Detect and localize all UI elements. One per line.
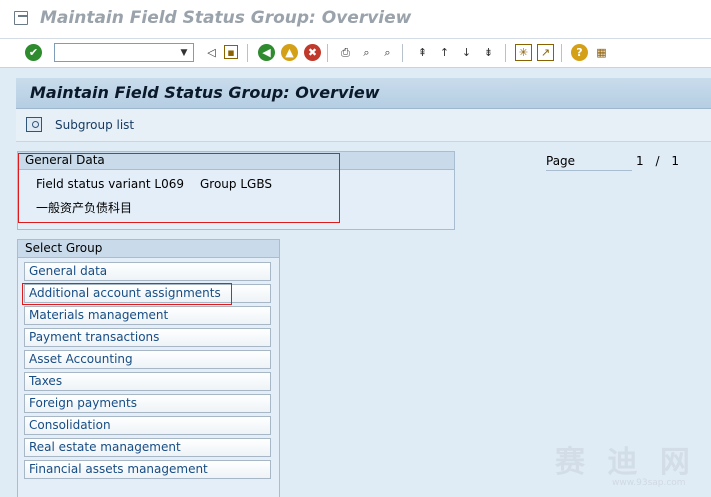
page-total: 1 bbox=[671, 154, 679, 168]
first-page-icon[interactable]: ⇞ bbox=[414, 44, 431, 61]
group-button-consolidation[interactable]: Consolidation bbox=[24, 416, 271, 435]
page-number: 1 / 1 bbox=[636, 154, 679, 168]
layout-menu-icon[interactable]: ▦ bbox=[593, 44, 610, 61]
highlight-additional-account-assignments bbox=[22, 283, 232, 305]
system-menu-icon[interactable] bbox=[14, 11, 28, 25]
previous-page-icon[interactable]: ↑ bbox=[436, 44, 453, 61]
application-toolbar: Subgroup list bbox=[16, 109, 711, 142]
cancel-icon[interactable]: ✖ bbox=[304, 44, 321, 61]
find-icon[interactable]: ⌕ bbox=[358, 44, 375, 61]
screen-header: Maintain Field Status Group: Overview bbox=[16, 78, 711, 109]
toolbar-separator bbox=[402, 44, 403, 62]
back-icon[interactable]: ◀ bbox=[258, 44, 275, 61]
group-button-general-data[interactable]: General data bbox=[24, 262, 271, 281]
find-next-icon[interactable]: ⌕ bbox=[379, 44, 396, 61]
watermark-logo: 赛 迪 网 bbox=[555, 445, 696, 480]
chevron-down-icon[interactable]: ▼ bbox=[177, 46, 191, 59]
group-button-foreign-payments[interactable]: Foreign payments bbox=[24, 394, 271, 413]
shortcut-icon[interactable]: ↗ bbox=[537, 44, 554, 61]
page-label: Page bbox=[546, 154, 632, 171]
group-button-asset-accounting[interactable]: Asset Accounting bbox=[24, 350, 271, 369]
command-input[interactable] bbox=[55, 44, 179, 61]
back-arrow-icon[interactable]: ◁ bbox=[203, 44, 220, 61]
group-button-financial-assets-management[interactable]: Financial assets management bbox=[24, 460, 271, 479]
next-page-icon[interactable]: ↓ bbox=[458, 44, 475, 61]
help-icon[interactable]: ? bbox=[571, 44, 588, 61]
enter-icon[interactable]: ✔ bbox=[25, 44, 42, 61]
page-title: Maintain Field Status Group: Overview bbox=[30, 83, 380, 102]
toolbar-separator bbox=[561, 44, 562, 62]
group-button-taxes[interactable]: Taxes bbox=[24, 372, 271, 391]
create-session-icon[interactable]: ✳ bbox=[515, 44, 532, 61]
group-button-payment-transactions[interactable]: Payment transactions bbox=[24, 328, 271, 347]
command-field[interactable]: ▼ bbox=[54, 43, 194, 62]
toolbar-separator bbox=[247, 44, 248, 62]
save-icon[interactable]: ▪ bbox=[224, 45, 238, 59]
select-group-title: Select Group bbox=[18, 240, 279, 258]
toolbar-separator bbox=[505, 44, 506, 62]
group-button-real-estate-management[interactable]: Real estate management bbox=[24, 438, 271, 457]
window-title: Maintain Field Status Group: Overview bbox=[40, 8, 412, 28]
title-bar: Maintain Field Status Group: Overview bbox=[0, 0, 711, 39]
page-current: 1 bbox=[636, 154, 644, 168]
standard-toolbar: ✔ ▼ ◁ ▪ ◀ ▲ ✖ ⎙ ⌕ ⌕ ⇞ ↑ ↓ ⇟ ✳ ↗ ? ▦ bbox=[0, 39, 711, 68]
highlight-general-data bbox=[18, 153, 340, 223]
watermark-url: www.93sap.com bbox=[612, 478, 686, 488]
print-icon[interactable]: ⎙ bbox=[337, 44, 354, 61]
page-separator: / bbox=[655, 154, 660, 168]
last-page-icon[interactable]: ⇟ bbox=[480, 44, 497, 61]
subgroup-list-icon[interactable] bbox=[26, 117, 42, 132]
toolbar-separator bbox=[327, 44, 328, 62]
exit-icon[interactable]: ▲ bbox=[281, 44, 298, 61]
subgroup-list-button[interactable]: Subgroup list bbox=[55, 118, 134, 132]
group-button-materials-management[interactable]: Materials management bbox=[24, 306, 271, 325]
